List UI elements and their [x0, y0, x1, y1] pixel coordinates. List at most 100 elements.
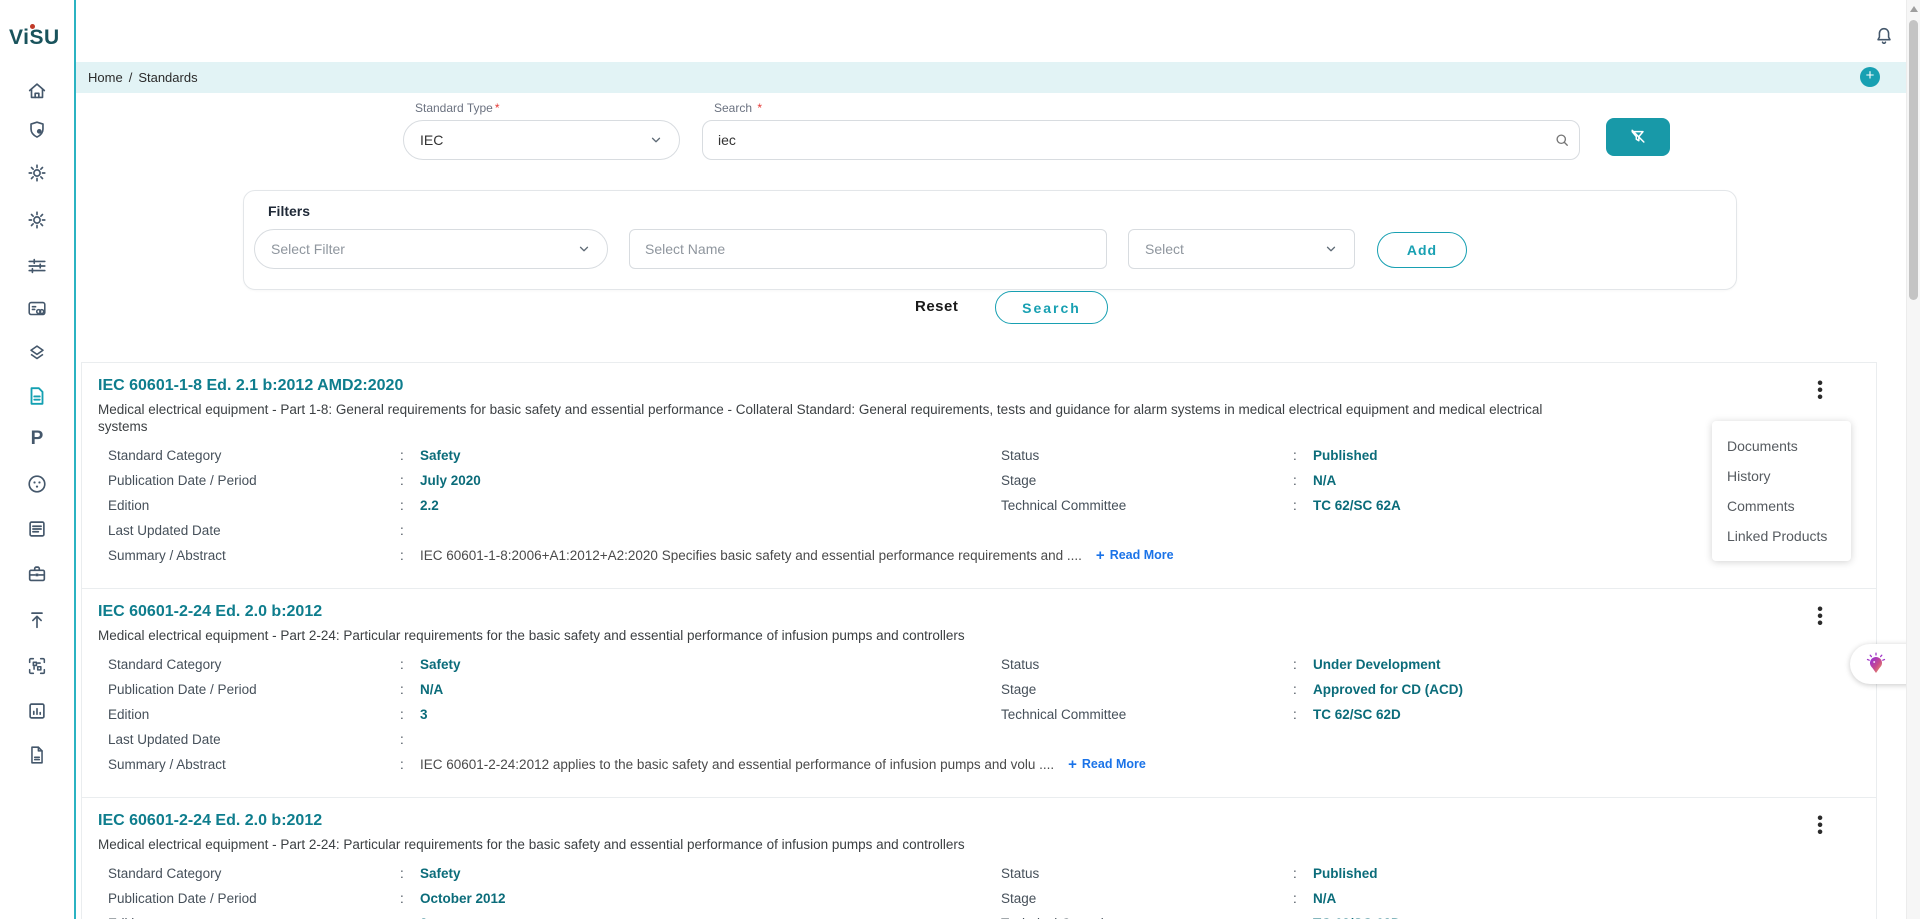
- idea-bulb-icon: [1862, 650, 1890, 678]
- card-menu-kebab-icon[interactable]: •••: [1810, 379, 1830, 401]
- field-label: Standard Category: [108, 656, 400, 673]
- field-label: Technical Committee: [1001, 497, 1293, 514]
- home-icon[interactable]: [26, 80, 48, 102]
- field-label: Standard Category: [108, 865, 400, 882]
- breadcrumb: Home / Standards: [88, 70, 204, 85]
- field-label: Status: [1001, 656, 1293, 673]
- standard-title[interactable]: IEC 60601-1-8 Ed. 2.1 b:2012 AMD2:2020: [98, 376, 1860, 395]
- search-input[interactable]: [702, 120, 1580, 160]
- card-context-menu: Documents History Comments Linked Produc…: [1712, 421, 1851, 561]
- plus-icon: +: [1096, 547, 1105, 564]
- filters-title: Filters: [268, 203, 310, 219]
- field-label: Stage: [1001, 890, 1293, 907]
- filter-type-select[interactable]: Select Filter: [254, 229, 608, 269]
- field-value: 2: [420, 915, 428, 919]
- scrollbar-up-arrow[interactable]: [1910, 6, 1918, 12]
- sliders-icon[interactable]: [26, 255, 48, 277]
- field-value: 2.2: [420, 497, 439, 514]
- field-value: July 2020: [420, 472, 481, 489]
- field-label: Edition: [108, 497, 400, 514]
- breadcrumb-home[interactable]: Home: [88, 70, 123, 85]
- socket-dots-icon[interactable]: [26, 473, 48, 495]
- field-label: Summary / Abstract: [108, 547, 400, 564]
- menu-item-history[interactable]: History: [1712, 461, 1851, 491]
- standard-title[interactable]: IEC 60601-2-24 Ed. 2.0 b:2012: [98, 811, 1860, 830]
- field-label: Edition: [108, 706, 400, 723]
- filter-type-placeholder: Select Filter: [271, 241, 345, 257]
- plus-icon: +: [1068, 756, 1077, 773]
- field-value: 3: [420, 706, 428, 723]
- standard-card: IEC 60601-2-24 Ed. 2.0 b:2012 Medical el…: [82, 589, 1876, 798]
- field-label: Edition: [108, 915, 400, 919]
- field-value: N/A: [1313, 890, 1336, 907]
- field-label: Summary / Abstract: [108, 756, 400, 773]
- card-menu-kebab-icon[interactable]: •••: [1810, 605, 1830, 627]
- filter-name-input[interactable]: [629, 229, 1107, 269]
- field-label: Standard Category: [108, 447, 400, 464]
- standards-list: IEC 60601-1-8 Ed. 2.1 b:2012 AMD2:2020 M…: [81, 362, 1877, 919]
- field-value: N/A: [1313, 472, 1336, 489]
- field-label: Publication Date / Period: [108, 681, 400, 698]
- menu-item-linked-products[interactable]: Linked Products: [1712, 521, 1851, 551]
- document-icon[interactable]: [26, 744, 48, 766]
- card-link-icon[interactable]: [26, 298, 48, 320]
- search-button[interactable]: Search: [995, 291, 1108, 324]
- standard-description: Medical electrical equipment - Part 2-24…: [98, 627, 1558, 644]
- standard-description: Medical electrical equipment - Part 1-8:…: [98, 401, 1558, 435]
- standard-title[interactable]: IEC 60601-2-24 Ed. 2.0 b:2012: [98, 602, 1860, 621]
- shield-user-icon[interactable]: [26, 119, 48, 141]
- field-value: Approved for CD (ACD): [1313, 681, 1463, 698]
- filters-panel: Filters Select Filter Select Add: [243, 190, 1737, 290]
- settings-gear-icon[interactable]: [26, 162, 48, 184]
- top-header: RN: [76, 0, 1920, 62]
- breadcrumb-separator: /: [129, 70, 133, 85]
- upload-icon[interactable]: [26, 609, 48, 631]
- vertical-scrollbar: [1906, 0, 1920, 919]
- filter-off-icon: [1628, 127, 1648, 147]
- required-asterisk: *: [495, 101, 500, 115]
- layers-icon[interactable]: [26, 342, 48, 364]
- document-active-icon[interactable]: [26, 385, 48, 407]
- p-glyph: P: [26, 428, 48, 450]
- field-value: N/A: [420, 681, 443, 698]
- brand-logo[interactable]: ViSU: [9, 26, 60, 50]
- standard-type-select[interactable]: IEC: [403, 120, 680, 160]
- reset-button[interactable]: Reset: [915, 298, 958, 315]
- field-label: Technical Committee: [1001, 706, 1293, 723]
- sidebar-divider: [74, 0, 76, 919]
- sidebar: ViSU P: [0, 0, 74, 919]
- field-value: October 2012: [420, 890, 506, 907]
- filter-clear-button[interactable]: [1606, 118, 1670, 156]
- settings-alt-gear-icon[interactable]: [26, 209, 48, 231]
- briefcase-icon[interactable]: [26, 563, 48, 585]
- summary-text: IEC 60601-1-8:2006+A1:2012+A2:2020 Speci…: [420, 547, 1082, 564]
- qr-scan-icon[interactable]: [26, 655, 48, 677]
- read-more-link[interactable]: +Read More: [1096, 547, 1174, 564]
- filter-value-select[interactable]: Select: [1128, 229, 1355, 269]
- card-menu-kebab-icon[interactable]: •••: [1810, 814, 1830, 836]
- add-filter-button[interactable]: Add: [1377, 232, 1467, 268]
- field-label: Status: [1001, 447, 1293, 464]
- notifications-bell-icon[interactable]: [1873, 25, 1895, 47]
- breadcrumb-bar: Home / Standards +: [76, 62, 1920, 93]
- field-value: TC 62/SC 62D: [1313, 706, 1401, 723]
- logo-dot: [30, 24, 35, 29]
- chevron-down-icon: [649, 133, 663, 147]
- scrollbar-thumb[interactable]: [1909, 20, 1918, 300]
- read-more-link[interactable]: +Read More: [1068, 756, 1146, 773]
- article-icon[interactable]: [26, 518, 48, 540]
- parking-p-icon[interactable]: P: [26, 428, 48, 450]
- app-root: ViSU P: [0, 0, 1920, 919]
- menu-item-comments[interactable]: Comments: [1712, 491, 1851, 521]
- field-label: Technical Committee: [1001, 915, 1293, 919]
- standard-type-label: Standard Type*: [415, 101, 500, 115]
- add-circle-button[interactable]: +: [1860, 67, 1880, 87]
- bar-chart-icon[interactable]: [26, 700, 48, 722]
- field-label: Publication Date / Period: [108, 472, 400, 489]
- field-value: Safety: [420, 447, 461, 464]
- field-label: Last Updated Date: [108, 731, 400, 748]
- field-value: Published: [1313, 447, 1378, 464]
- breadcrumb-current: Standards: [138, 70, 197, 85]
- field-label: Last Updated Date: [108, 522, 400, 539]
- menu-item-documents[interactable]: Documents: [1712, 431, 1851, 461]
